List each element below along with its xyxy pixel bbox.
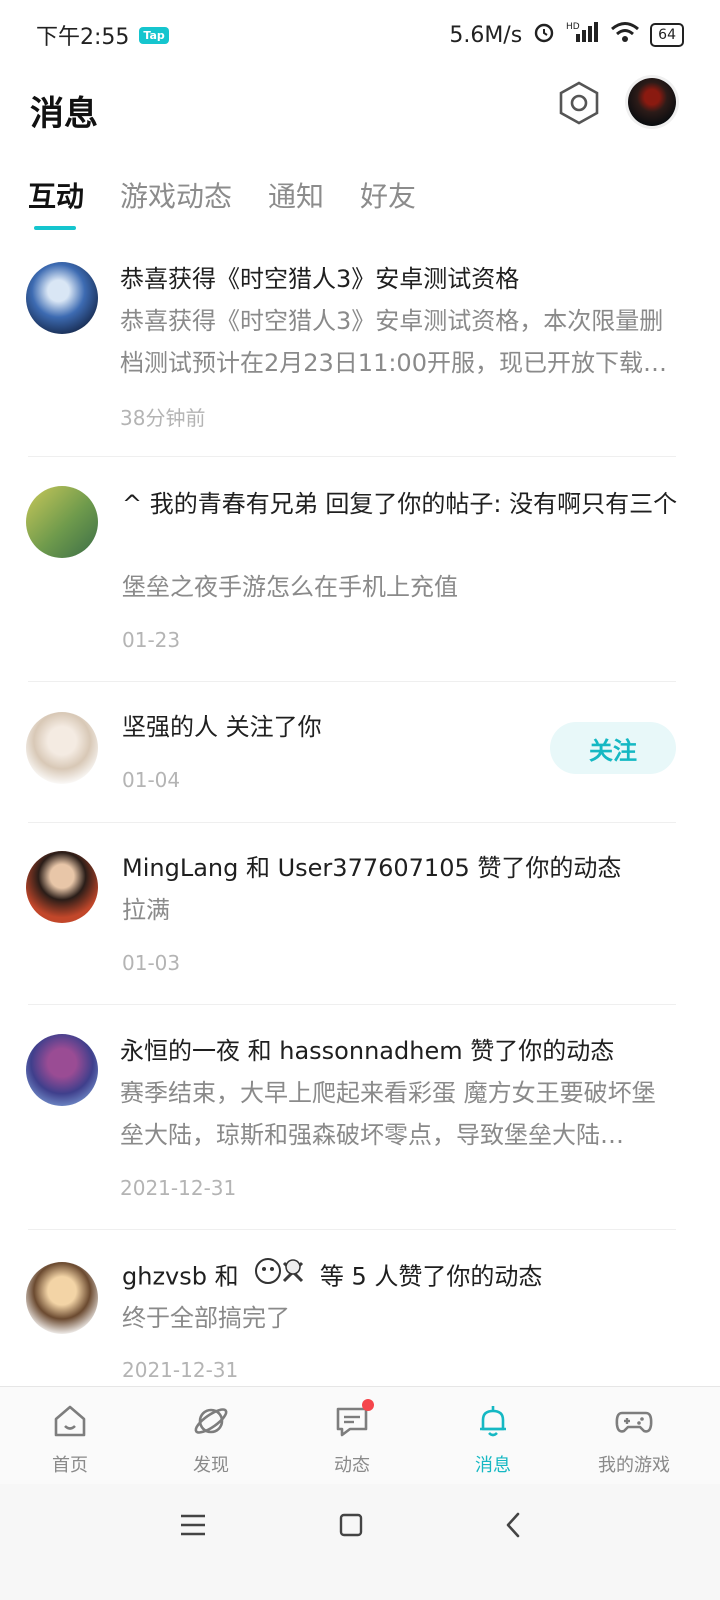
network-speed: 5.6M/s [449,22,523,48]
divider [28,456,676,457]
message-body: 拉满 [122,896,170,924]
user-avatar[interactable] [628,78,676,126]
message-time: 38分钟前 [120,406,206,430]
tap-badge: Tap [139,26,169,44]
nav-my-games[interactable]: 我的游戏 [584,1387,684,1485]
nav-discover[interactable]: 发现 [161,1387,261,1485]
game-avatar [26,262,98,334]
user-avatar [26,1262,98,1334]
page-title: 消息 [30,94,98,134]
bottom-navigation: 首页 发现 动态 消息 我的游戏 [0,1386,720,1485]
nav-messages[interactable]: 消息 [443,1387,543,1485]
nav-feed[interactable]: 动态 [302,1387,402,1485]
divider [28,1229,676,1230]
follow-button[interactable]: 关注 [550,722,676,774]
user-avatar [26,712,98,784]
message-tabs: 互动 游戏动态 通知 好友 [0,165,720,235]
nav-label: 消息 [475,1455,511,1476]
message-body: 赛季结束，大早上爬起来看彩蛋 魔方女王要破坏堡垒大陆，琼斯和强森破坏零点，导致堡… [120,1079,656,1149]
nav-label: 首页 [52,1455,88,1476]
hd-label: HD [566,22,580,32]
user-avatar [26,486,98,558]
message-title: MingLang 和 User377607105 赞了你的动态 [122,854,622,882]
liker-names: ghzvsb 和 [122,1262,239,1291]
nav-label: 我的游戏 [598,1455,670,1476]
message-time: 2021-12-31 [122,1358,239,1382]
signal-icon: HD [566,20,600,50]
active-tab-indicator [34,226,76,230]
settings-button[interactable] [556,80,602,126]
divider [28,1004,676,1005]
tab-interaction[interactable]: 互动 [28,175,84,215]
home-square-icon[interactable] [338,1512,364,1538]
likes-count-text: 等 5 人赞了你的动态 [319,1262,543,1291]
message-time: 01-04 [122,768,181,792]
discover-planet-icon [194,1408,228,1434]
alarm-icon [532,20,556,50]
message-title: 永恒的一夜 和 hassonnadhem 赞了你的动态 [120,1037,615,1065]
tab-notifications[interactable]: 通知 [268,175,324,215]
message-body: 终于全部搞完了 [122,1304,290,1332]
nav-label: 动态 [334,1455,370,1476]
message-time: 2021-12-31 [120,1176,237,1200]
nav-home[interactable]: 首页 [20,1387,120,1485]
skull-emoji-icon [252,1255,306,1300]
system-navigation-bar [0,1484,720,1600]
message-time: 01-23 [122,628,181,652]
divider [28,822,676,823]
message-title: ^ 我的青春有兄弟 回复了你的帖子: 没有啊只有三个 [122,490,678,518]
message-body: 恭喜获得《时空猎人3》安卓测试资格，本次限量删档测试预计在2月23日11:00开… [120,307,667,377]
user-avatar [26,1034,98,1106]
battery-indicator: 64 [650,23,684,47]
status-bar: 下午2:55 Tap 5.6M/s HD 64 [0,0,720,70]
settings-hexagon-icon [559,81,599,125]
back-icon[interactable] [500,1510,526,1540]
status-time: 下午2:55 [36,25,130,50]
menu-icon[interactable] [178,1512,208,1538]
divider [28,681,676,682]
notification-dot [362,1399,374,1411]
tab-friends[interactable]: 好友 [360,175,416,215]
wifi-icon [610,20,640,50]
tab-game-updates[interactable]: 游戏动态 [120,175,232,215]
message-time: 01-03 [122,951,181,975]
message-title: 恭喜获得《时空猎人3》安卓测试资格 [120,265,520,293]
user-avatar [26,851,98,923]
nav-label: 发现 [193,1455,229,1476]
home-icon [54,1405,86,1437]
message-body: 堡垒之夜手游怎么在手机上充值 [122,573,458,601]
gamepad-icon [615,1411,653,1433]
bell-icon [480,1406,506,1437]
header: 消息 [0,70,720,150]
message-title: ghzvsb 和 等 5 人赞了你的动态 [122,1255,678,1300]
